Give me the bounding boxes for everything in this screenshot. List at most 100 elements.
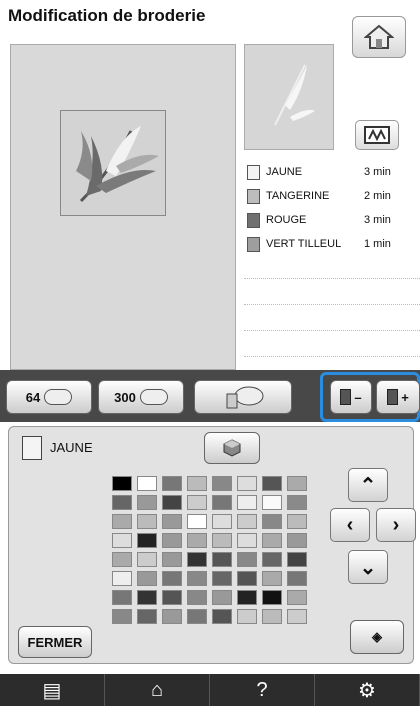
color-cell[interactable] <box>212 571 232 586</box>
document-button[interactable]: ▤ <box>0 674 105 706</box>
color-cell[interactable] <box>162 476 182 491</box>
color-cell[interactable] <box>287 476 307 491</box>
palette-64-button[interactable]: 64 <box>6 380 92 414</box>
color-cell[interactable] <box>287 571 307 586</box>
color-cell[interactable] <box>137 552 157 567</box>
color-cell[interactable] <box>237 533 257 548</box>
left-arrow-button[interactable]: ‹ <box>330 508 370 542</box>
list-item[interactable]: JAUNE 3 min <box>244 160 420 184</box>
embroidery-design-preview[interactable] <box>60 110 166 216</box>
color-cell[interactable] <box>187 571 207 586</box>
color-cell[interactable] <box>112 533 132 548</box>
plus-label: + <box>401 389 409 405</box>
color-cell[interactable] <box>212 514 232 529</box>
right-arrow-button[interactable]: › <box>376 508 416 542</box>
color-cell[interactable] <box>262 533 282 548</box>
color-cell[interactable] <box>237 514 257 529</box>
color-cell[interactable] <box>287 590 307 605</box>
color-cell[interactable] <box>237 571 257 586</box>
color-cell[interactable] <box>162 533 182 548</box>
spool-icon <box>247 188 260 204</box>
color-name: TANGERINE <box>266 190 330 202</box>
color-cell[interactable] <box>137 495 157 510</box>
color-cell[interactable] <box>112 590 132 605</box>
color-cell[interactable] <box>187 495 207 510</box>
settings-icon: ⚙ <box>358 679 376 702</box>
color-cell[interactable] <box>187 476 207 491</box>
color-cell[interactable] <box>262 495 282 510</box>
color-cell[interactable] <box>212 476 232 491</box>
color-cell[interactable] <box>137 590 157 605</box>
color-cell[interactable] <box>112 495 132 510</box>
color-cell[interactable] <box>137 571 157 586</box>
color-cell[interactable] <box>162 571 182 586</box>
color-cell[interactable] <box>262 552 282 567</box>
sewing-machine-icon: ⌂ <box>150 678 164 701</box>
color-cell[interactable] <box>237 495 257 510</box>
color-cell[interactable] <box>237 590 257 605</box>
color-cell[interactable] <box>187 552 207 567</box>
color-cell[interactable] <box>187 514 207 529</box>
color-cell[interactable] <box>137 514 157 529</box>
zigzag-stitch-icon[interactable] <box>287 609 307 624</box>
color-cell[interactable] <box>162 495 182 510</box>
color-cell[interactable] <box>212 552 232 567</box>
palette-300-button[interactable]: 300 <box>98 380 184 414</box>
color-cell[interactable] <box>262 514 282 529</box>
color-cell[interactable] <box>287 552 307 567</box>
color-cell[interactable] <box>262 476 282 491</box>
color-cell[interactable] <box>212 609 232 624</box>
close-button[interactable]: FERMER <box>18 626 92 658</box>
color-cell[interactable] <box>237 552 257 567</box>
color-cell[interactable] <box>112 609 132 624</box>
list-divider <box>244 356 420 357</box>
color-cell[interactable] <box>137 533 157 548</box>
color-cell[interactable] <box>187 533 207 548</box>
down-arrow-button[interactable]: ⌄ <box>348 550 388 584</box>
thread-plus-button[interactable]: + <box>376 380 420 414</box>
color-cell[interactable] <box>287 495 307 510</box>
thread-minus-button[interactable]: – <box>330 380 372 414</box>
list-item[interactable]: VERT TILLEUL 1 min <box>244 232 420 256</box>
color-cell[interactable] <box>162 514 182 529</box>
custom-palette-button[interactable] <box>194 380 292 414</box>
color-cell[interactable] <box>262 571 282 586</box>
dotted-stitch-icon[interactable] <box>262 609 282 624</box>
color-cell[interactable] <box>187 609 207 624</box>
scissors-icon[interactable] <box>237 609 257 624</box>
stitch-simulator-button[interactable] <box>355 120 399 150</box>
document-icon: ▤ <box>42 679 62 702</box>
bottom-navigation: ▤ ⌂ ? ⚙ <box>0 674 420 706</box>
up-arrow-button[interactable]: ⌃ <box>348 468 388 502</box>
color-cell[interactable] <box>237 476 257 491</box>
home-button[interactable] <box>352 16 406 58</box>
help-button[interactable]: ? <box>210 674 315 706</box>
color-cell[interactable] <box>212 590 232 605</box>
color-cell[interactable] <box>187 590 207 605</box>
color-cell[interactable] <box>112 514 132 529</box>
color-cube-button[interactable] <box>204 432 260 464</box>
color-cell[interactable] <box>212 533 232 548</box>
settings-button[interactable]: ⚙ <box>315 674 420 706</box>
selected-color-name: JAUNE <box>50 440 93 455</box>
color-cell[interactable] <box>262 590 282 605</box>
list-divider <box>244 304 420 305</box>
color-cell[interactable] <box>287 533 307 548</box>
list-item[interactable]: TANGERINE 2 min <box>244 184 420 208</box>
color-cell[interactable] <box>212 495 232 510</box>
color-cell[interactable] <box>112 552 132 567</box>
color-cell[interactable] <box>112 476 132 491</box>
color-cell[interactable] <box>112 571 132 586</box>
sort-button[interactable]: ◈ <box>350 620 404 654</box>
minus-label: – <box>354 389 362 405</box>
color-cell[interactable] <box>287 514 307 529</box>
color-time: 2 min <box>364 190 391 202</box>
color-cell[interactable] <box>162 590 182 605</box>
color-cell[interactable] <box>137 476 157 491</box>
color-cell[interactable] <box>137 609 157 624</box>
cube-icon <box>223 439 241 457</box>
machine-button[interactable]: ⌂ <box>105 674 210 706</box>
list-item[interactable]: ROUGE 3 min <box>244 208 420 232</box>
color-cell[interactable] <box>162 609 182 624</box>
color-cell[interactable] <box>162 552 182 567</box>
